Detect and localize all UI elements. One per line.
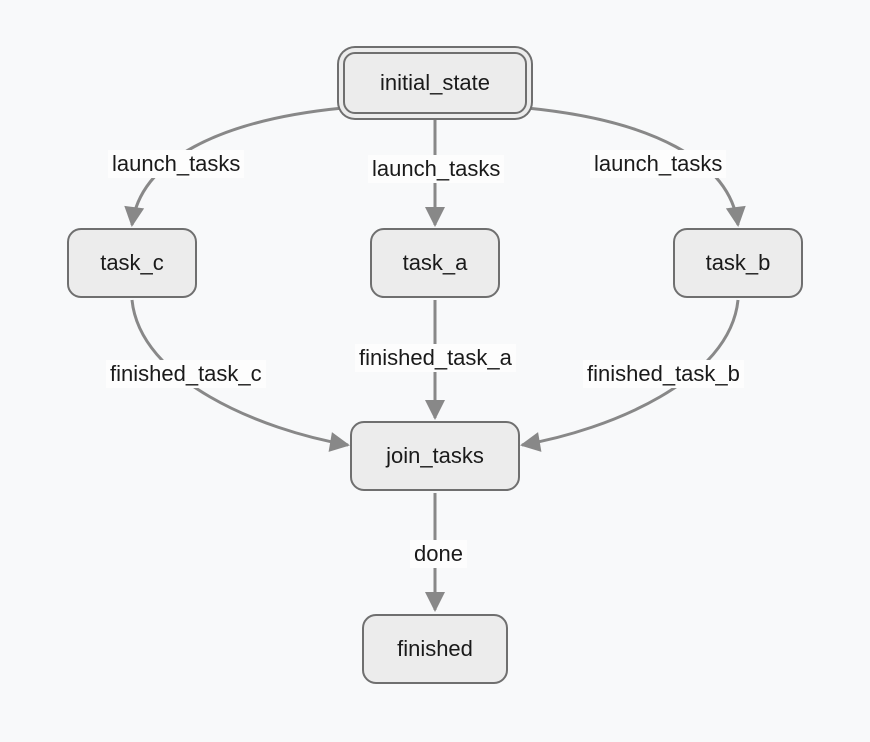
edge-label-initial-to-task-c: launch_tasks — [108, 150, 244, 178]
node-label: finished — [397, 636, 473, 662]
node-initial-state: initial_state — [343, 52, 527, 114]
state-diagram: initial_state task_c task_a task_b join_… — [0, 0, 870, 742]
node-task-a: task_a — [370, 228, 500, 298]
node-label: initial_state — [380, 70, 490, 96]
node-label: task_c — [100, 250, 164, 276]
edge-label-join-to-finished: done — [410, 540, 467, 568]
node-label: task_b — [706, 250, 771, 276]
node-task-c: task_c — [67, 228, 197, 298]
node-task-b: task_b — [673, 228, 803, 298]
node-label: task_a — [403, 250, 468, 276]
node-finished: finished — [362, 614, 508, 684]
edge-label-initial-to-task-b: launch_tasks — [590, 150, 726, 178]
edge-label-task-a-to-join: finished_task_a — [355, 344, 516, 372]
edge-label-initial-to-task-a: launch_tasks — [368, 155, 504, 183]
node-join-tasks: join_tasks — [350, 421, 520, 491]
node-label: join_tasks — [386, 443, 484, 469]
edge-label-task-b-to-join: finished_task_b — [583, 360, 744, 388]
edge-label-task-c-to-join: finished_task_c — [106, 360, 266, 388]
